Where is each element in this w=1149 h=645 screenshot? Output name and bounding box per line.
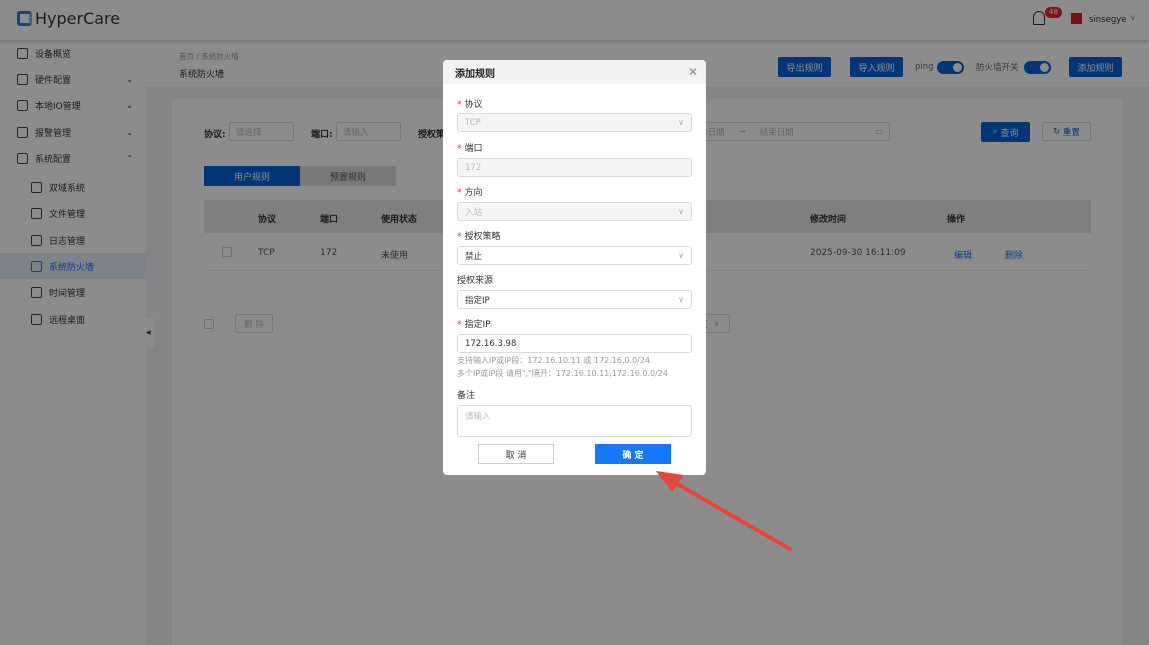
annotation-arrow [656,471,792,551]
arrow-head-icon [656,471,684,492]
arrow-shaft [670,479,792,551]
